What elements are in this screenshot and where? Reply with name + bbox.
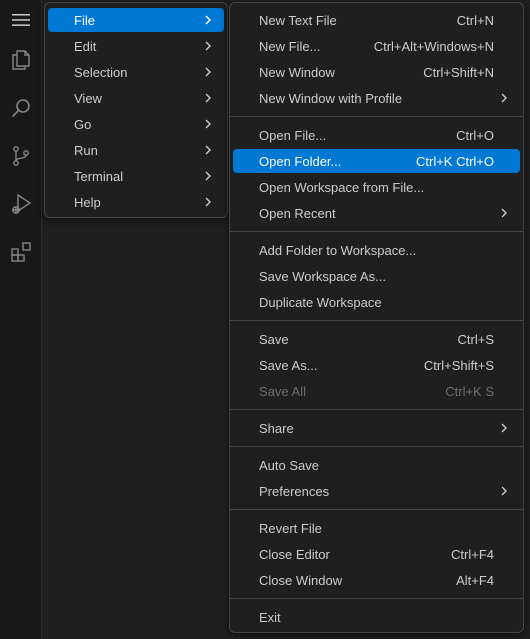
- menu-item-label: New File...: [259, 38, 321, 54]
- search-icon[interactable]: [0, 88, 42, 128]
- menu-item-label: Share: [259, 420, 294, 436]
- menu-item-add-folder-to-workspace[interactable]: Add Folder to Workspace...: [233, 238, 520, 262]
- menubar-item-edit[interactable]: Edit: [48, 34, 224, 58]
- menu-separator: [230, 598, 523, 599]
- chevron-right-icon: [205, 119, 211, 129]
- menu-item-label: Save Workspace As...: [259, 268, 386, 284]
- menu-item-label: Preferences: [259, 483, 330, 499]
- menu-item-new-text-file[interactable]: New Text File Ctrl+N: [233, 8, 520, 32]
- menu-separator: [230, 409, 523, 410]
- menubar-item-label: Selection: [74, 64, 128, 80]
- menu-separator: [230, 446, 523, 447]
- source-control-icon[interactable]: [0, 136, 42, 176]
- menu-item-label: Close Window: [259, 572, 343, 588]
- menubar-item-help[interactable]: Help: [48, 190, 224, 214]
- menu-item-share[interactable]: Share: [233, 416, 520, 440]
- menu-item-label: Duplicate Workspace: [259, 294, 382, 310]
- file-submenu: New Text File Ctrl+N New File... Ctrl+Al…: [229, 2, 524, 633]
- menu-item-close-editor[interactable]: Close Editor Ctrl+F4: [233, 542, 520, 566]
- menu-item-shortcut: Ctrl+K Ctrl+O: [415, 153, 494, 169]
- menubar-item-run[interactable]: Run: [48, 138, 224, 162]
- menu-item-exit[interactable]: Exit: [233, 605, 520, 629]
- menubar-item-label: Go: [74, 116, 92, 132]
- chevron-right-icon: [205, 145, 211, 155]
- menu-item-close-window[interactable]: Close Window Alt+F4: [233, 568, 520, 592]
- menubar-item-label: Terminal: [74, 168, 124, 184]
- menubar-item-label: Edit: [74, 38, 97, 54]
- menu-item-open-recent[interactable]: Open Recent: [233, 201, 520, 225]
- menu-item-open-file[interactable]: Open File... Ctrl+O: [233, 123, 520, 147]
- menu-item-new-window-with-profile[interactable]: New Window with Profile: [233, 86, 520, 110]
- menu-item-preferences[interactable]: Preferences: [233, 479, 520, 503]
- menu-icon[interactable]: [0, 0, 42, 40]
- menu-separator: [230, 509, 523, 510]
- menu-item-new-file[interactable]: New File... Ctrl+Alt+Windows+N: [233, 34, 520, 58]
- menu-item-label: Open Folder...: [259, 153, 342, 169]
- menu-item-label: Save As...: [259, 357, 318, 373]
- menu-item-label: Save All: [259, 383, 306, 399]
- explorer-icon[interactable]: [0, 40, 42, 80]
- menu-item-label: New Text File: [259, 12, 337, 28]
- run-debug-icon[interactable]: [0, 184, 42, 224]
- menu-item-save[interactable]: Save Ctrl+S: [233, 327, 520, 351]
- menubar-item-label: Run: [74, 142, 98, 158]
- chevron-right-icon: [205, 15, 211, 25]
- menu-item-shortcut: Ctrl+S: [457, 331, 494, 347]
- menubar-item-selection[interactable]: Selection: [48, 60, 224, 84]
- activity-bar: [0, 0, 42, 639]
- menubar-item-view[interactable]: View: [48, 86, 224, 110]
- menu-item-duplicate-workspace[interactable]: Duplicate Workspace: [233, 290, 520, 314]
- menu-item-shortcut: Alt+F4: [456, 572, 494, 588]
- menu-item-shortcut: Ctrl+K S: [445, 383, 494, 399]
- menu-item-open-folder[interactable]: Open Folder... Ctrl+K Ctrl+O: [233, 149, 520, 173]
- extensions-icon[interactable]: [0, 232, 42, 272]
- menu-separator: [230, 116, 523, 117]
- menu-item-label: Auto Save: [259, 457, 319, 473]
- menu-item-label: New Window with Profile: [259, 90, 403, 106]
- menu-item-label: Exit: [259, 609, 281, 625]
- chevron-right-icon: [205, 171, 211, 181]
- menu-item-shortcut: Ctrl+O: [456, 127, 494, 143]
- chevron-right-icon: [205, 197, 211, 207]
- menu-separator: [230, 320, 523, 321]
- menu-item-save-all: Save All Ctrl+K S: [233, 379, 520, 403]
- menu-item-shortcut: Ctrl+F4: [451, 546, 494, 562]
- menu-item-save-workspace-as[interactable]: Save Workspace As...: [233, 264, 520, 288]
- chevron-right-icon: [205, 41, 211, 51]
- menubar-item-terminal[interactable]: Terminal: [48, 164, 224, 188]
- menubar-menu: File Edit Selection View Go Run Terminal…: [44, 2, 228, 218]
- menu-item-new-window[interactable]: New Window Ctrl+Shift+N: [233, 60, 520, 84]
- menubar-item-label: Help: [74, 194, 101, 210]
- menu-item-label: Open Workspace from File...: [259, 179, 425, 195]
- chevron-right-icon: [501, 208, 507, 218]
- menu-item-label: Close Editor: [259, 546, 330, 562]
- menu-item-revert-file[interactable]: Revert File: [233, 516, 520, 540]
- chevron-right-icon: [501, 423, 507, 433]
- menu-item-label: Open Recent: [259, 205, 336, 221]
- menu-item-shortcut: Ctrl+N: [456, 12, 494, 28]
- menubar-item-label: View: [74, 90, 102, 106]
- chevron-right-icon: [501, 93, 507, 103]
- menu-separator: [230, 231, 523, 232]
- menu-item-label: Open File...: [259, 127, 327, 143]
- chevron-right-icon: [205, 67, 211, 77]
- menu-item-shortcut: Ctrl+Shift+N: [423, 64, 494, 80]
- menu-item-label: New Window: [259, 64, 335, 80]
- chevron-right-icon: [205, 93, 211, 103]
- menu-item-label: Revert File: [259, 520, 322, 536]
- menu-item-shortcut: Ctrl+Alt+Windows+N: [373, 38, 494, 54]
- menubar-item-file[interactable]: File: [48, 8, 224, 32]
- menu-item-label: Save: [259, 331, 289, 347]
- menubar-item-go[interactable]: Go: [48, 112, 224, 136]
- menu-item-label: Add Folder to Workspace...: [259, 242, 417, 258]
- menu-item-open-workspace-from-file[interactable]: Open Workspace from File...: [233, 175, 520, 199]
- menubar-item-label: File: [74, 12, 95, 28]
- chevron-right-icon: [501, 486, 507, 496]
- menu-item-auto-save[interactable]: Auto Save: [233, 453, 520, 477]
- menu-item-save-as[interactable]: Save As... Ctrl+Shift+S: [233, 353, 520, 377]
- menu-item-shortcut: Ctrl+Shift+S: [423, 357, 494, 373]
